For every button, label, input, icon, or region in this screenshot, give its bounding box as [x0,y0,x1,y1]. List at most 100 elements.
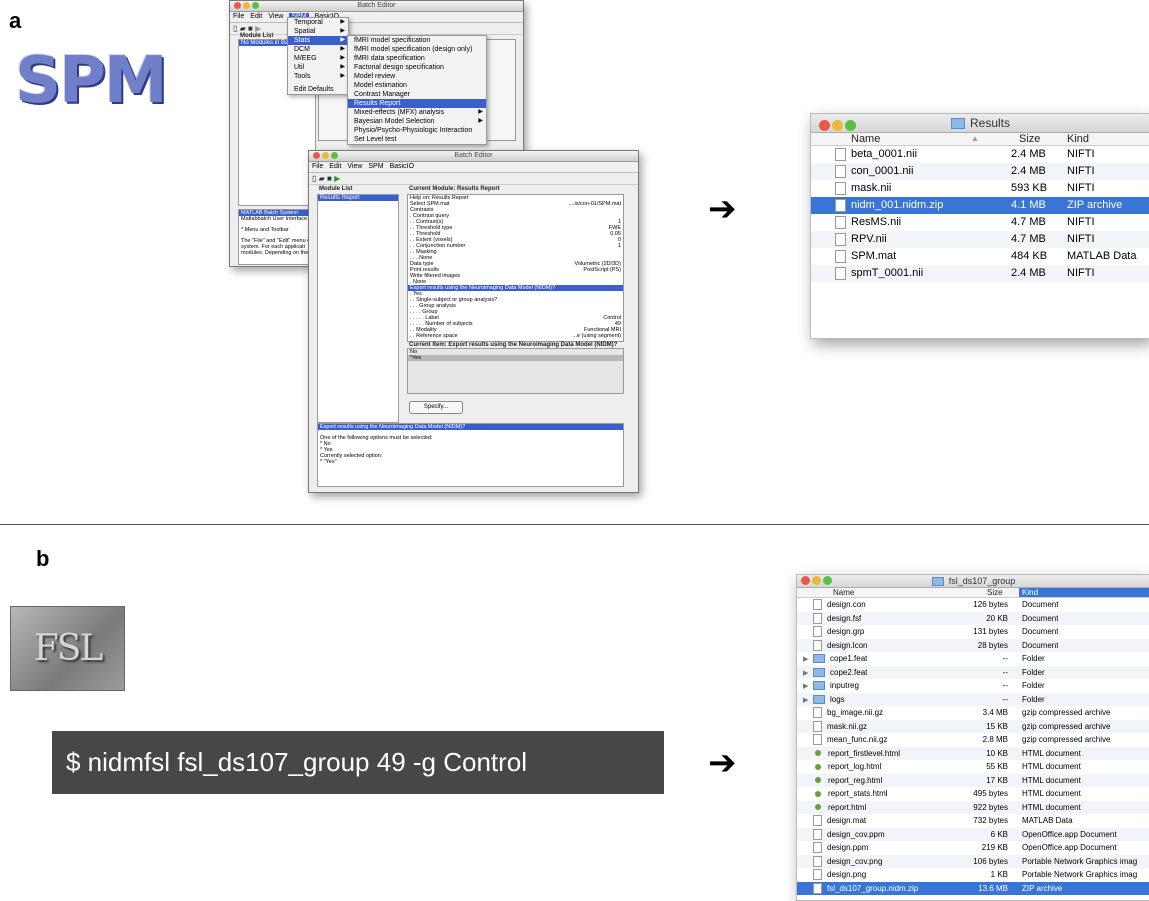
finder-row[interactable]: bg_image.nii.gz 3.4 MB gzip compressed arc… [797,706,1149,720]
spm-menu-item-meeg[interactable]: M/EEG ▶ [288,54,348,63]
file-kind: Folder [1022,681,1045,690]
column-name[interactable]: Name [851,133,880,145]
finder-row[interactable]: design.grp 131 bytes Document [797,625,1149,639]
menu-basicio[interactable]: BasicIO [390,163,415,170]
close-icon[interactable] [313,152,320,159]
file-name: logs [830,694,845,704]
stats-menu-item[interactable]: Model estimation [348,81,486,90]
finder-row[interactable]: con_0001.nii 2.4 MB NIFTI [811,163,1149,180]
stats-menu-item-results-report[interactable]: Results Report [348,99,486,108]
finder-row[interactable]: design.ppm 219 KB OpenOffice.app Document [797,841,1149,855]
minimize-icon[interactable] [322,152,329,159]
minimize-icon[interactable] [832,120,843,131]
menu-edit[interactable]: Edit [329,163,341,170]
item-option-yes[interactable]: *Yes [408,355,623,361]
menu-spm[interactable]: SPM [368,163,383,170]
finder-row[interactable]: design_cov.ppm 6 KB OpenOffice.app Documen… [797,827,1149,841]
file-size: -- [1002,667,1008,677]
column-name[interactable]: Name [833,588,854,597]
stats-menu-item[interactable]: Contrast Manager [348,90,486,99]
finder-row[interactable]: RPV.nii 4.7 MB NIFTI [811,231,1149,248]
menu-file[interactable]: File [233,13,244,20]
save-icon[interactable]: ■ [327,174,332,183]
new-file-icon[interactable]: ▯ [233,24,237,33]
spm-menu-item-stats[interactable]: Stats ▶ [288,36,348,45]
finder-row[interactable]: spmT_0001.nii 2.4 MB NIFTI [811,265,1149,282]
minimize-icon[interactable] [243,2,250,9]
disclosure-triangle-icon[interactable]: ▶ [803,667,813,681]
finder-row[interactable]: nidm_001.nidm.zip 4.1 MB ZIP archive [811,197,1149,214]
spm-menu-item-dcm[interactable]: DCM ▶ [288,45,348,54]
column-size[interactable]: Size [987,588,1003,597]
file-name-cell: report_reg.html [803,774,882,788]
spm-menu-item-util[interactable]: Util ▶ [288,63,348,72]
finder-row[interactable]: mask.nii.gz 15 KB gzip compressed archive [797,719,1149,733]
column-size[interactable]: Size [1019,133,1040,145]
close-icon[interactable] [234,2,241,9]
spm-menu-item-temporal[interactable]: Temporal ▶ [288,18,348,27]
disclosure-triangle-icon[interactable]: ▶ [803,680,813,694]
minimize-icon[interactable] [812,576,821,585]
stats-menu-item[interactable]: fMRI data specification [348,54,486,63]
finder-row[interactable]: ResMS.nii 4.7 MB NIFTI [811,214,1149,231]
open-folder-icon[interactable]: ▰ [240,24,246,33]
finder-row[interactable]: design.con 126 bytes Document [797,598,1149,612]
finder-row[interactable]: beta_0001.nii 2.4 MB NIFTI [811,146,1149,163]
stats-menu-item[interactable]: Set Level test [348,135,486,144]
finder-row[interactable]: design.png 1 KB Portable Network Graphics … [797,868,1149,882]
finder-row[interactable]: report.html 922 bytes HTML document [797,800,1149,814]
spm-menu-item-spatial[interactable]: Spatial ▶ [288,27,348,36]
finder-row[interactable]: mask.nii 593 KB NIFTI [811,180,1149,197]
finder-row[interactable]: design_cov.png 106 bytes Portable Network … [797,854,1149,868]
module-entries-list[interactable]: Help on: Results Report Select SPM.mat...… [407,194,624,342]
finder-row[interactable]: ▶ logs -- Folder [797,692,1149,708]
save-icon[interactable]: ■ [248,24,253,33]
close-icon[interactable] [819,120,830,131]
menu-edit[interactable]: Edit [250,13,262,20]
stats-menu-item[interactable]: Factorial design specification [348,63,486,72]
module-list[interactable]: Results Report [317,194,399,423]
finder-row[interactable]: mean_func.nii.gz 2.8 MB gzip compressed ar… [797,733,1149,747]
finder-row[interactable]: report_stats.html 495 bytes HTML document [797,787,1149,801]
zoom-icon[interactable] [845,120,856,131]
finder-row[interactable]: ▶ cope2.feat -- Folder [797,665,1149,681]
stats-menu-item[interactable]: fMRI model specification (design only) [348,45,486,54]
finder-row[interactable]: design.lcon 28 bytes Document [797,638,1149,652]
finder-row[interactable]: report_reg.html 17 KB HTML document [797,773,1149,788]
zoom-icon[interactable] [252,2,259,9]
run-icon[interactable]: ▶ [334,174,340,183]
stats-menu-item[interactable]: Model review [348,72,486,81]
stats-menu-item[interactable]: Physio/Psycho-Physiologic Interaction [348,126,486,135]
module-entry-row[interactable]: . . Reference space ...e (using segment) [408,333,623,339]
open-folder-icon[interactable]: ▰ [319,174,325,183]
stats-menu-item[interactable]: Bayesian Model Selection ▶ [348,117,486,126]
finder-row[interactable]: ▶ inputreg -- Folder [797,679,1149,693]
spm-menu-item-edit-defaults[interactable]: Edit Defaults [288,85,348,94]
zoom-icon[interactable] [331,152,338,159]
column-kind[interactable]: Kind [1019,588,1149,597]
stats-menu-item[interactable]: fMRI model specification [348,36,486,45]
finder-row[interactable]: design.fsf 20 KB Document [797,611,1149,625]
disclosure-triangle-icon[interactable]: ▶ [803,694,813,708]
close-icon[interactable] [801,576,810,585]
menu-file[interactable]: File [312,163,323,170]
stats-menu-item[interactable]: Mixed-effects (MFX) analysis ▶ [348,108,486,117]
finder-row[interactable]: ▶ cope1.feat -- Folder [797,652,1149,666]
finder-row[interactable]: report_log.html 55 KB HTML document [797,760,1149,774]
item-options-list[interactable]: No *Yes [407,348,624,394]
finder-row[interactable]: report_firstlevel.html 10 KB HTML document [797,746,1149,760]
menu-view[interactable]: View [268,13,283,20]
finder-row[interactable]: fsl_ds107_group.nidm.zip 13.6 MB ZIP archi… [797,881,1149,895]
finder-row[interactable]: design.mat 732 bytes MATLAB Data [797,814,1149,828]
disclosure-triangle-icon[interactable]: ▶ [803,653,813,667]
specify-button[interactable]: Specify... [409,401,463,414]
finder-row[interactable]: SPM.mat 484 KB MATLAB Data [811,248,1149,265]
spm-menu-item-tools[interactable]: Tools ▶ [288,72,348,81]
zoom-icon[interactable] [823,576,832,585]
new-file-icon[interactable]: ▯ [312,174,316,183]
file-name-cell: design.ppm [803,841,868,855]
menu-view[interactable]: View [347,163,362,170]
column-kind[interactable]: Kind [1067,133,1089,145]
run-icon[interactable]: ▶ [255,24,261,33]
module-list-item-results-report[interactable]: Results Report [318,195,398,201]
